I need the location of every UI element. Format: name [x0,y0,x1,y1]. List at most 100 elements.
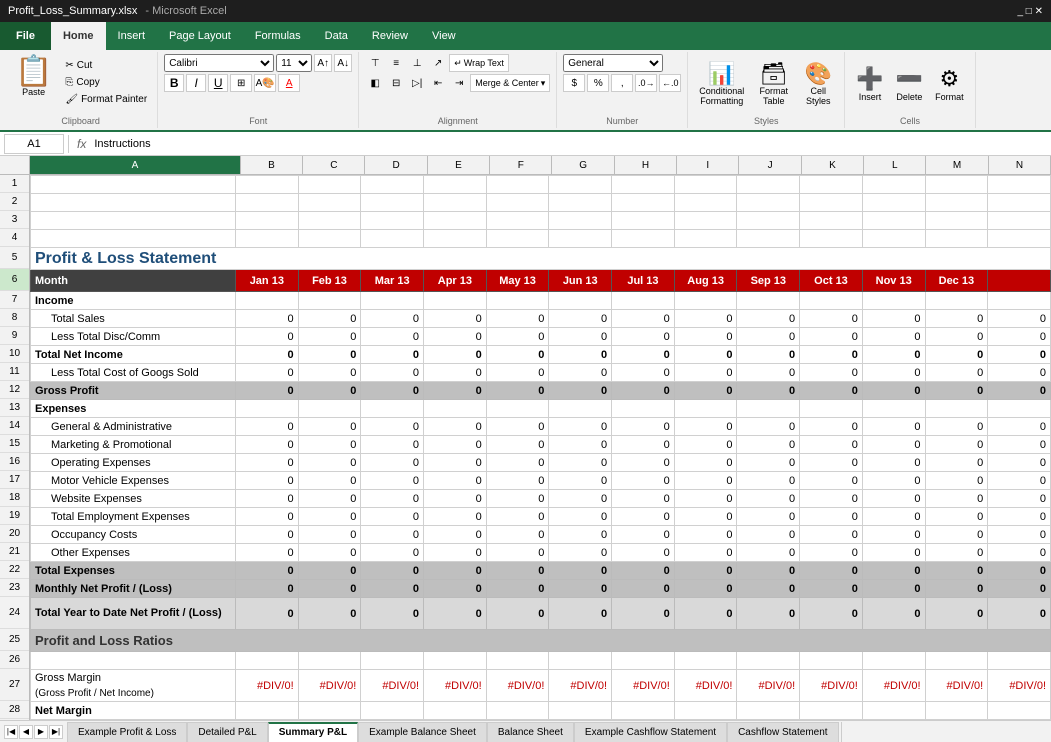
merge-center-button[interactable]: Merge & Center ▾ [470,74,550,92]
row-num-14[interactable]: 14 [0,417,29,435]
number-format-select[interactable]: General [563,54,663,72]
row-num-18[interactable]: 18 [0,489,29,507]
tab-page-layout[interactable]: Page Layout [157,22,243,50]
row-num-8[interactable]: 8 [0,309,29,327]
align-right-button[interactable]: ▷| [407,74,427,92]
row-num-22[interactable]: 22 [0,561,29,579]
formula-input[interactable] [94,134,1047,154]
sheet-tab-example-pl[interactable]: Example Profit & Loss [67,722,187,742]
row-num-21[interactable]: 21 [0,543,29,561]
row-num-12[interactable]: 12 [0,381,29,399]
increase-decimal-button[interactable]: .0→ [635,74,657,92]
copy-button[interactable]: ⎘ Copy [61,75,151,90]
row-num-27[interactable]: 27 [0,669,29,701]
row-num-11[interactable]: 11 [0,363,29,381]
sheet-tab-example-balance[interactable]: Example Balance Sheet [358,722,487,742]
col-header-L[interactable]: L [864,156,926,174]
row-num-5[interactable]: 5 [0,247,29,269]
decrease-decimal-button[interactable]: ←.0 [659,74,681,92]
align-middle-button[interactable]: ≡ [386,54,406,72]
orientation-button[interactable]: ↗ [428,54,448,72]
col-header-A[interactable]: A [30,156,241,174]
col-header-I[interactable]: I [677,156,739,174]
row-num-10[interactable]: 10 [0,345,29,363]
row-num-25[interactable]: 25 [0,629,29,651]
border-button[interactable]: ⊞ [230,74,252,92]
tab-review[interactable]: Review [360,22,420,50]
row-num-16[interactable]: 16 [0,453,29,471]
row-num-23[interactable]: 23 [0,579,29,597]
increase-indent-button[interactable]: ⇥ [449,74,469,92]
conditional-formatting-button[interactable]: 📊 ConditionalFormatting [694,58,749,110]
tab-nav-next[interactable]: ▶ [34,725,48,739]
row-num-7[interactable]: 7 [0,291,29,309]
row-num-26[interactable]: 26 [0,651,29,669]
row-num-17[interactable]: 17 [0,471,29,489]
sheet-tab-example-cashflow[interactable]: Example Cashflow Statement [574,722,727,742]
row-num-19[interactable]: 19 [0,507,29,525]
format-table-button[interactable]: 🗃 FormatTable [751,58,796,110]
align-center-button[interactable]: ⊟ [386,74,406,92]
row-num-15[interactable]: 15 [0,435,29,453]
row-num-13[interactable]: 13 [0,399,29,417]
tab-nav-last[interactable]: ▶| [49,725,63,739]
currency-button[interactable]: $ [563,74,585,92]
tab-formulas[interactable]: Formulas [243,22,313,50]
col-header-G[interactable]: G [552,156,614,174]
font-name-select[interactable]: Calibri [164,54,274,72]
row-num-1[interactable]: 1 [0,175,29,193]
cut-button[interactable]: ✂ Cut [61,58,151,73]
col-header-D[interactable]: D [365,156,427,174]
wrap-text-button[interactable]: ↵ Wrap Text [449,54,509,72]
col-header-B[interactable]: B [241,156,303,174]
tab-nav-prev[interactable]: ◀ [19,725,33,739]
bold-button[interactable]: B [164,74,184,92]
sheet-tab-balance[interactable]: Balance Sheet [487,722,574,742]
col-header-M[interactable]: M [926,156,988,174]
font-size-select[interactable]: 11 [276,54,312,72]
col-header-E[interactable]: E [428,156,490,174]
row-num-6[interactable]: 6 [0,269,29,291]
sheet-tab-summary-pl[interactable]: Summary P&L [268,722,358,742]
increase-font-button[interactable]: A↑ [314,54,332,72]
tab-insert[interactable]: Insert [106,22,158,50]
align-left-button[interactable]: ◧ [365,74,385,92]
cell-reference-input[interactable] [4,134,64,154]
sheet-tab-cashflow[interactable]: Cashflow Statement [727,722,839,742]
delete-button[interactable]: ➖ Delete [891,63,928,105]
row-num-2[interactable]: 2 [0,193,29,211]
row-num-24[interactable]: 24 [0,597,29,629]
italic-button[interactable]: I [186,74,206,92]
tab-data[interactable]: Data [313,22,360,50]
format-painter-button[interactable]: 🖌 Format Painter [61,92,151,107]
cell-styles-button[interactable]: 🎨 CellStyles [798,58,838,110]
fill-color-button[interactable]: A🎨 [254,74,276,92]
decrease-indent-button[interactable]: ⇤ [428,74,448,92]
tab-home[interactable]: Home [51,22,106,50]
row-num-9[interactable]: 9 [0,327,29,345]
font-color-button[interactable]: A [278,74,300,92]
row-num-4[interactable]: 4 [0,229,29,247]
decrease-font-button[interactable]: A↓ [334,54,352,72]
col-header-J[interactable]: J [739,156,801,174]
tab-file[interactable]: File [0,22,51,50]
align-bottom-button[interactable]: ⊥ [407,54,427,72]
row-num-20[interactable]: 20 [0,525,29,543]
col-header-K[interactable]: K [802,156,864,174]
sheet-tab-detailed-pl[interactable]: Detailed P&L [187,722,267,742]
paste-button[interactable]: 📋 Paste [10,54,57,100]
col-header-C[interactable]: C [303,156,365,174]
col-header-F[interactable]: F [490,156,552,174]
underline-button[interactable]: U [208,74,228,92]
row-num-28[interactable]: 28 [0,701,29,719]
tab-view[interactable]: View [420,22,468,50]
row-num-3[interactable]: 3 [0,211,29,229]
align-top-button[interactable]: ⊤ [365,54,385,72]
col-header-N[interactable]: N [989,156,1051,174]
format-button[interactable]: ⚙ Format [930,63,969,105]
col-header-H[interactable]: H [615,156,677,174]
comma-button[interactable]: , [611,74,633,92]
percent-button[interactable]: % [587,74,609,92]
insert-button[interactable]: ➕ Insert [851,63,888,105]
tab-nav-first[interactable]: |◀ [4,725,18,739]
